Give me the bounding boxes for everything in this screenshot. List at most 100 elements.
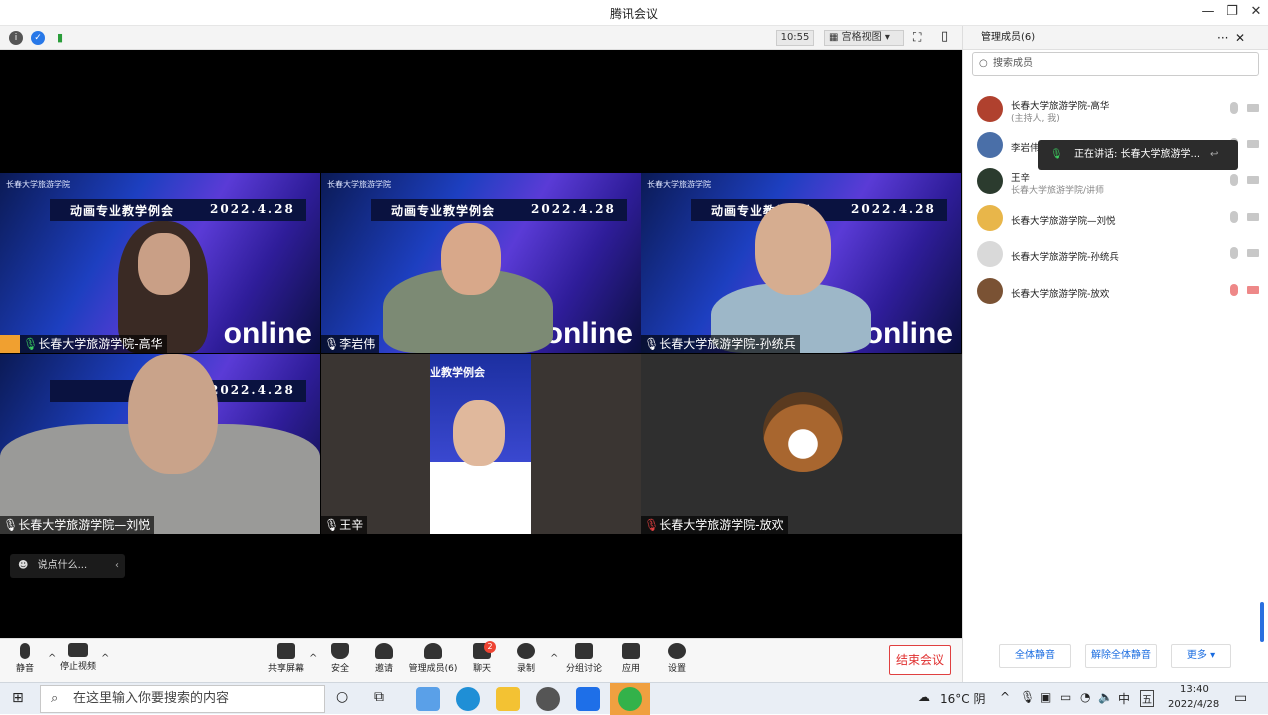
camera-icon[interactable] (1247, 213, 1259, 221)
chevron-up-icon[interactable]: ^ (550, 653, 558, 664)
weather-icon[interactable]: ☁ (918, 690, 930, 704)
cortana-icon[interactable]: ○ (336, 689, 348, 705)
invite-button[interactable]: 邀请 (370, 643, 398, 674)
restore-icon[interactable]: ❐ (1222, 4, 1242, 19)
member-row[interactable]: 长春大学旅游学院—刘悦 (977, 203, 1259, 233)
video-tile[interactable]: 🎙长春大学旅游学院-放欢 (641, 354, 962, 534)
member-row[interactable]: 王辛 长春大学旅游学院/讲师 (977, 166, 1259, 196)
member-search-input[interactable]: ○ 搜索成员 (972, 52, 1259, 76)
more-icon[interactable]: ··· (1217, 26, 1228, 50)
chevron-up-icon[interactable]: ^ (101, 653, 109, 664)
host-badge-icon (0, 335, 20, 353)
microphone-icon[interactable] (1230, 211, 1238, 223)
unread-badge: 2 (484, 641, 496, 653)
file-explorer-icon[interactable] (496, 687, 520, 711)
member-row[interactable]: 长春大学旅游学院-高华 (主持人, 我) (977, 94, 1259, 124)
member-name: 长春大学旅游学院-高华 (1011, 101, 1110, 112)
video-tile[interactable]: 业教学例会 🎙王辛 (321, 354, 641, 534)
notification-icon[interactable]: ▭ (1234, 690, 1247, 706)
security-button[interactable]: 安全 (326, 643, 354, 674)
share-screen-button[interactable]: 共享屏幕 (266, 643, 306, 674)
avatar (977, 132, 1003, 158)
apps-button[interactable]: 应用 (618, 643, 644, 674)
weather-text[interactable]: 16°C 阴 (940, 690, 985, 707)
avatar (977, 96, 1003, 122)
end-meeting-button[interactable]: 结束会议 (889, 645, 951, 675)
avatar (977, 205, 1003, 231)
chevron-up-icon[interactable]: ^ (309, 653, 317, 664)
info-icon[interactable]: i (9, 31, 23, 45)
chevron-up-icon[interactable]: ^ (48, 653, 56, 664)
ime-mode[interactable]: 五 (1140, 690, 1154, 707)
tray-app-icon[interactable]: ▣ (1040, 690, 1051, 704)
banner-date: 2022.4.28 (531, 202, 616, 216)
view-label: 宫格视图 (841, 32, 882, 43)
app-icon[interactable] (416, 687, 440, 711)
microphone-muted-icon[interactable] (1230, 284, 1238, 296)
microphone-icon (20, 643, 30, 659)
shield-icon[interactable]: ✓ (31, 31, 45, 45)
camera-icon[interactable] (1247, 249, 1259, 257)
camera-icon[interactable] (1247, 104, 1259, 112)
unmute-all-button[interactable]: 解除全体静音 (1085, 644, 1157, 668)
mute-button[interactable]: 静音 (12, 643, 38, 674)
member-row[interactable]: 长春大学旅游学院-孙统兵 (977, 239, 1259, 269)
tencent-meeting-icon[interactable] (576, 687, 600, 711)
microphone-icon[interactable] (1230, 174, 1238, 186)
sidebar-toggle-icon[interactable]: ▯ (941, 29, 948, 44)
taskbar-time[interactable]: 13:40 (1180, 684, 1209, 695)
breakout-button[interactable]: 分组讨论 (564, 643, 604, 674)
member-name: 长春大学旅游学院-放欢 (1011, 289, 1110, 300)
emoji-icon[interactable]: ☻ (18, 560, 28, 571)
microphone-icon[interactable] (1230, 102, 1238, 114)
view-selector[interactable]: ▦ 宫格视图 ▾ (824, 30, 904, 46)
member-row[interactable]: 长春大学旅游学院-放欢 (977, 276, 1259, 306)
wifi-icon[interactable]: ◔ (1080, 690, 1090, 704)
manage-members-button[interactable]: 管理成员(6) (408, 643, 458, 674)
settings-button[interactable]: 设置 (664, 643, 690, 674)
video-tile[interactable]: 长春大学旅游学院 动画专业教学例会 2022.4.28 online 🎙长春大学… (0, 173, 320, 353)
scrollbar[interactable] (1260, 602, 1264, 642)
apps-icon (622, 643, 640, 659)
record-button[interactable]: 录制 (514, 643, 538, 674)
chat-button[interactable]: 聊天 2 (470, 641, 496, 674)
taskbar-search-input[interactable]: ⌕ 在这里输入你要搜索的内容 (40, 685, 325, 713)
volume-icon[interactable]: 🔈 (1098, 690, 1113, 704)
chat-quick-input[interactable]: ☻ 说点什么... ‹ (10, 554, 125, 578)
meeting-clock: 10:55 (776, 30, 814, 46)
camera-off-icon[interactable] (1247, 286, 1259, 294)
ime-indicator[interactable]: 中 (1118, 690, 1130, 707)
more-button[interactable]: 更多 ▾ (1171, 644, 1231, 668)
search-icon: ○ (979, 58, 988, 69)
mute-all-button[interactable]: 全体静音 (999, 644, 1071, 668)
speaking-tooltip: 🎙 正在讲话: 长春大学旅游学... ↩ (1038, 140, 1238, 170)
close-icon[interactable]: ✕ (1246, 4, 1266, 19)
video-tile[interactable]: 长春大学旅游学院 动画专业教学例会 2022.4.28 online 🎙长春大学… (641, 173, 962, 353)
fullscreen-icon[interactable]: ⛶ (913, 30, 921, 45)
microphone-icon[interactable] (1230, 247, 1238, 259)
video-tile[interactable]: 2022.4.28 🎙长春大学旅游学院—刘悦 (0, 354, 320, 534)
participant-face (453, 400, 505, 466)
banner-logo: 长春大学旅游学院 (6, 180, 70, 189)
member-name: 李岩伟 (1011, 143, 1040, 154)
windows-start-icon[interactable]: ⊞ (12, 690, 24, 706)
camera-icon[interactable] (1247, 176, 1259, 184)
gear-icon[interactable] (536, 687, 560, 711)
member-panel: 管理成员(6) ··· ✕ ○ 搜索成员 长春大学旅游学院-高华 (主持人, 我… (962, 26, 1268, 682)
stop-video-button[interactable]: 停止视频 (58, 643, 98, 672)
task-view-icon[interactable]: ⧉ (374, 689, 384, 705)
collapse-icon[interactable]: ‹ (115, 554, 119, 578)
reply-icon[interactable]: ↩ (1210, 140, 1218, 170)
wechat-task[interactable] (610, 683, 650, 715)
battery-icon[interactable]: ▭ (1060, 690, 1071, 704)
close-icon[interactable]: ✕ (1235, 26, 1245, 50)
online-logo: online (544, 317, 633, 350)
taskbar-date[interactable]: 2022/4/28 (1168, 699, 1219, 710)
video-tile[interactable]: 长春大学旅游学院 动画专业教学例会 2022.4.28 online 🎙李岩伟 (321, 173, 641, 353)
edge-icon[interactable] (456, 687, 480, 711)
signal-icon[interactable]: ▮ (53, 31, 67, 45)
microphone-icon[interactable]: 🎙 (1020, 690, 1035, 704)
minimize-icon[interactable]: — (1198, 4, 1218, 19)
camera-icon[interactable] (1247, 140, 1259, 148)
chevron-up-icon[interactable]: ^ (1000, 690, 1010, 704)
